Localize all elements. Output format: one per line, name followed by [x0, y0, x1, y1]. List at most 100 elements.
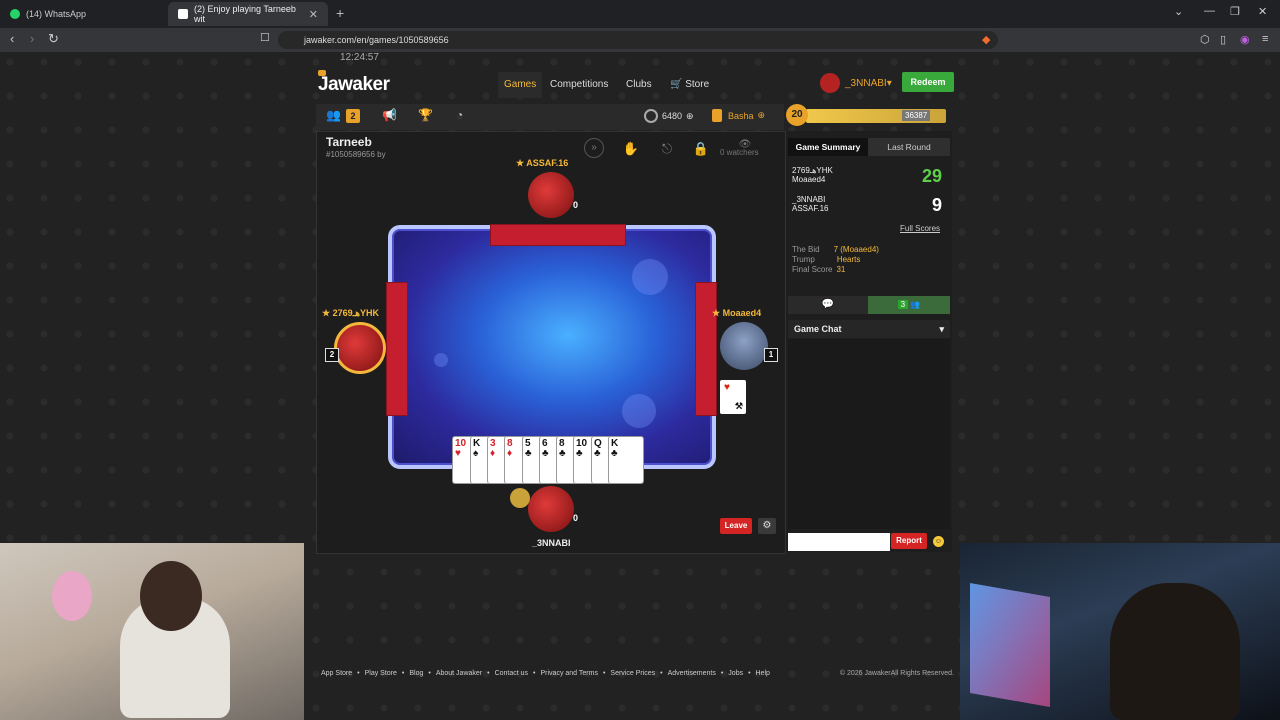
friends-badge: 2 [346, 109, 360, 123]
opponent-cards-top [490, 224, 626, 246]
redeem-button[interactable]: Redeem [902, 72, 954, 92]
friends-icon[interactable]: 👥 [326, 108, 341, 122]
tier-badge[interactable]: Basha ⊕ [712, 109, 765, 122]
card[interactable]: K ♣ [608, 436, 644, 484]
team1-score: 29 [922, 166, 943, 186]
footer-separator: • [720, 669, 724, 677]
bid-info: The Bid 7 (Moaaed4) [792, 245, 879, 254]
tab-whatsapp[interactable]: (14) WhatsApp [0, 2, 168, 26]
tab-game-summary[interactable]: Game Summary [788, 138, 868, 156]
game-title: Tarneeb [326, 135, 372, 149]
back-icon[interactable]: ‹ [10, 31, 14, 46]
chat-users-tab[interactable]: 3 👥 [868, 296, 950, 314]
forward-icon[interactable]: › [30, 31, 34, 46]
bookmark-icon[interactable]: ☐ [260, 31, 270, 44]
team2-player2: ASSAF.16 [792, 204, 829, 213]
card-table [388, 225, 716, 469]
player-name: 2769هـYHK [332, 308, 380, 318]
person-figure [1110, 583, 1240, 720]
player-bottom-avatar[interactable] [528, 486, 574, 532]
gear-icon[interactable]: ⚙ [758, 518, 776, 534]
nav-store[interactable]: 🛒 Store [664, 72, 715, 98]
lock-icon[interactable]: 🔒 [690, 138, 712, 160]
player-top-avatar[interactable] [528, 172, 574, 218]
chat-tab[interactable]: 💬 [788, 296, 868, 314]
fast-forward-icon[interactable]: » [584, 138, 604, 158]
report-button[interactable]: Report [891, 533, 927, 549]
menu-icon[interactable]: ≡ [1262, 33, 1268, 45]
add-tier-icon[interactable]: ⊕ [758, 110, 766, 121]
planet-decoration [434, 353, 448, 367]
team1-players: 2769هـYHK Moaaed4 [792, 166, 833, 184]
exit-door-icon[interactable]: ⎋ [656, 138, 678, 160]
tab-label: (2) Enjoy playing Tarneeb wit [193, 4, 296, 24]
heart-suit-icon: ♥ [724, 382, 730, 393]
cart-icon: 🛒 [670, 79, 683, 90]
megaphone-icon[interactable]: 📢 [382, 108, 397, 122]
chat-input[interactable] [788, 533, 890, 551]
jawaker-logo[interactable]: Jawaker [318, 70, 390, 96]
final-score-value: 31 [836, 265, 846, 274]
close-tab-icon[interactable]: ✕ [309, 8, 318, 21]
jawaker-icon [178, 9, 188, 19]
player-name: Moaaed4 [722, 308, 762, 318]
coins-balance[interactable]: 6480 ⊕ [644, 109, 694, 123]
extensions-icon[interactable]: ⬡ [1200, 33, 1210, 46]
nav-clubs[interactable]: Clubs [620, 72, 658, 98]
team2-players: _3NNABI ASSAF.16 [792, 195, 828, 213]
rss-icon[interactable]: ◔ [456, 108, 463, 122]
minimize-button[interactable]: — [1204, 5, 1215, 17]
nav-games[interactable]: Games [498, 72, 543, 98]
seat-number: 1 [764, 348, 778, 362]
user-menu[interactable]: _3NNABI ▾ [820, 72, 892, 94]
reload-icon[interactable]: ↻ [48, 31, 59, 47]
users-count: 3 [897, 300, 909, 309]
brave-shield-icon[interactable]: ◆ [982, 33, 990, 46]
player-bottom-tricks: 0 [573, 513, 579, 523]
footer-link[interactable]: Play Store [365, 670, 397, 677]
tab-jawaker[interactable]: (2) Enjoy playing Tarneeb wit ✕ [168, 2, 328, 26]
footer-link[interactable]: Privacy and Terms [541, 670, 598, 677]
footer: App Store • Play Store • Blog • About Jawak… [316, 666, 954, 680]
game-chat-header[interactable]: Game Chat ▾ [788, 320, 950, 338]
trump-value: Hearts [836, 255, 861, 264]
player-right-avatar[interactable] [720, 322, 768, 370]
bid-label: The Bid [792, 245, 820, 254]
leave-button[interactable]: Leave [720, 518, 752, 534]
nav-competitions[interactable]: Competitions [544, 72, 614, 98]
footer-link[interactable]: App Store [321, 670, 352, 677]
whatsapp-icon [10, 9, 20, 19]
person-head [140, 561, 202, 631]
webcam-left [0, 543, 304, 720]
footer-link[interactable]: About Jawaker [436, 670, 482, 677]
url-field[interactable]: jawaker.com/en/games/1050589656 [278, 31, 998, 49]
footer-link[interactable]: Contact us [495, 670, 528, 677]
tab-label: (14) WhatsApp [26, 9, 87, 19]
footer-separator: • [533, 669, 536, 677]
vpn-icon[interactable]: ◉ [1240, 33, 1250, 46]
hand-icon[interactable]: ✋ [620, 138, 642, 160]
player-top-name: ★ ASSAF.16 [516, 158, 569, 168]
footer-link[interactable]: Service Prices [610, 670, 655, 677]
team1-player2: Moaaed4 [792, 175, 826, 184]
footer-separator: • [401, 669, 405, 677]
add-coins-icon[interactable]: ⊕ [686, 111, 694, 122]
footer-link[interactable]: Blog [409, 670, 423, 677]
seat-number: 2 [325, 348, 339, 362]
sidebar-icon[interactable]: ▯ [1220, 33, 1226, 46]
footer-link[interactable]: Jobs [728, 670, 743, 677]
close-window-button[interactable]: ✕ [1258, 5, 1267, 18]
chevron-down-icon: ▾ [939, 324, 944, 334]
tab-last-round[interactable]: Last Round [868, 138, 950, 156]
player-left-avatar[interactable] [334, 322, 386, 374]
emoji-icon[interactable]: ☺ [933, 536, 944, 547]
team2-score: 9 [932, 195, 943, 215]
full-scores-link[interactable]: Full Scores [900, 224, 940, 233]
level-badge: 20 [786, 104, 808, 126]
footer-link[interactable]: Help [756, 670, 770, 677]
maximize-button[interactable]: ❐ [1230, 5, 1240, 18]
trophy-icon[interactable]: 🏆 [418, 108, 433, 122]
new-tab-button[interactable]: + [336, 5, 344, 21]
tab-search-icon[interactable]: ⌄ [1174, 5, 1183, 18]
footer-link[interactable]: Advertisements [668, 670, 716, 677]
